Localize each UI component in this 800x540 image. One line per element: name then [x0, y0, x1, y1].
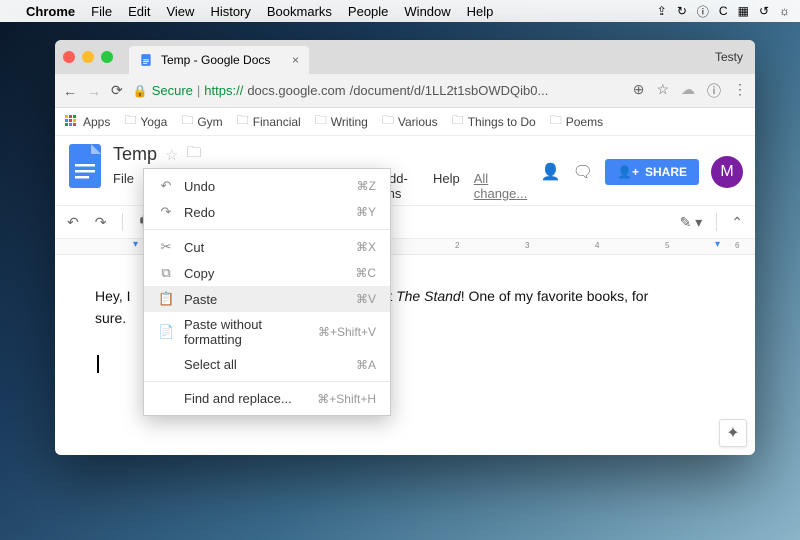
google-docs-logo[interactable]: [67, 142, 103, 190]
redo-button[interactable]: ↷: [95, 214, 107, 231]
text-cursor: [97, 355, 99, 373]
info-circle-icon[interactable]: ⓘ: [707, 81, 721, 101]
c-icon[interactable]: C: [719, 4, 728, 18]
minimize-window-button[interactable]: [82, 51, 94, 63]
all-changes-link[interactable]: All change...: [474, 171, 531, 201]
left-indent-marker[interactable]: ▾: [133, 239, 138, 250]
cut-icon: ✂: [158, 239, 174, 255]
paste-plain-icon: 📄: [158, 324, 174, 340]
docs-menu-help[interactable]: Help: [433, 171, 460, 201]
bookmark-writing[interactable]: 🗀Writing: [315, 111, 368, 132]
folder-icon: 🗀: [452, 111, 464, 132]
editing-mode-icon[interactable]: ✎ ▾: [680, 214, 703, 231]
folder-icon: 🗀: [181, 111, 193, 132]
zoom-window-button[interactable]: [101, 51, 113, 63]
url-scheme: https://: [204, 83, 243, 98]
copy-icon: ⧉: [158, 265, 174, 281]
redo-icon: ↷: [158, 204, 174, 220]
folder-icon: 🗀: [382, 111, 394, 132]
share-button[interactable]: 👤+SHARE: [605, 159, 699, 185]
url-host: docs.google.com: [247, 83, 345, 98]
apps-shortcut[interactable]: Apps: [65, 115, 110, 129]
right-indent-marker[interactable]: ▾: [715, 239, 720, 250]
app-name[interactable]: Chrome: [26, 4, 75, 19]
back-button[interactable]: ←: [63, 83, 77, 99]
menu-redo[interactable]: ↷Redo⌘Y: [144, 199, 390, 225]
person-add-icon: 👤+: [617, 165, 639, 179]
docs-menu-file[interactable]: File: [113, 171, 134, 201]
apps-icon: [65, 115, 79, 129]
mac-menu-bookmarks[interactable]: Bookmarks: [267, 4, 332, 19]
bookmarks-bar: Apps 🗀Yoga 🗀Gym 🗀Financial 🗀Writing 🗀Var…: [55, 108, 755, 136]
document-title[interactable]: Temp: [113, 144, 157, 165]
folder-icon: 🗀: [550, 111, 562, 132]
bookmark-various[interactable]: 🗀Various: [382, 111, 438, 132]
timemachine-icon[interactable]: ↺: [759, 4, 769, 18]
comments-icon[interactable]: 🗨: [573, 162, 593, 182]
star-document-icon[interactable]: ☆: [165, 146, 178, 164]
sync-icon[interactable]: ↻: [677, 4, 687, 18]
menu-copy[interactable]: ⧉Copy⌘C: [144, 260, 390, 286]
mac-menu-view[interactable]: View: [166, 4, 194, 19]
close-tab-button[interactable]: ×: [292, 53, 299, 67]
mac-menu-file[interactable]: File: [91, 4, 112, 19]
macos-menu-bar: Chrome File Edit View History Bookmarks …: [0, 0, 800, 22]
chrome-menu-icon[interactable]: ⋮: [733, 81, 747, 101]
folder-icon: 🗀: [124, 111, 136, 132]
edit-dropdown-menu: ↶Undo⌘Z ↷Redo⌘Y ✂Cut⌘X ⧉Copy⌘C 📋Paste⌘V …: [143, 168, 391, 416]
dropbox-icon[interactable]: ⇪: [657, 4, 667, 18]
reload-button[interactable]: ⟳: [111, 82, 123, 99]
brightness-icon[interactable]: ☼: [779, 4, 790, 18]
bookmark-poems[interactable]: 🗀Poems: [550, 111, 603, 132]
menu-undo[interactable]: ↶Undo⌘Z: [144, 173, 390, 199]
explore-button[interactable]: ✦: [719, 419, 747, 447]
bookmark-gym[interactable]: 🗀Gym: [181, 111, 222, 132]
undo-icon: ↶: [158, 178, 174, 194]
collapse-icon[interactable]: ⌃: [731, 214, 743, 231]
menu-extras: ⇪ ↻ ⓘ C ▦ ↺ ☼: [657, 3, 790, 20]
window-controls: [63, 51, 113, 63]
body-italic: The Stand: [396, 288, 461, 304]
bookmark-yoga[interactable]: 🗀Yoga: [124, 111, 167, 132]
lock-icon: 🔒: [133, 84, 148, 98]
presence-icon[interactable]: 👤: [541, 162, 561, 182]
mac-menu-history[interactable]: History: [210, 4, 250, 19]
star-icon[interactable]: ☆: [656, 81, 669, 101]
zoom-icon[interactable]: ⊕: [633, 81, 645, 101]
address-bar-row: ← → ⟳ 🔒 Secure | https://docs.google.com…: [55, 74, 755, 108]
google-docs-favicon: [139, 53, 153, 67]
folder-icon: 🗀: [237, 111, 249, 132]
menu-paste[interactable]: 📋Paste⌘V: [144, 286, 390, 312]
bookmark-things[interactable]: 🗀Things to Do: [452, 111, 536, 132]
browser-tab[interactable]: Temp - Google Docs ×: [129, 46, 309, 74]
menu-find-replace[interactable]: Find and replace...⌘+Shift+H: [144, 386, 390, 411]
move-folder-icon[interactable]: 🗀: [186, 142, 201, 167]
account-avatar[interactable]: M: [711, 156, 743, 188]
folder-icon: 🗀: [315, 111, 327, 132]
cloud-icon[interactable]: ☁: [681, 81, 695, 101]
bookmark-financial[interactable]: 🗀Financial: [237, 111, 301, 132]
mac-menu-help[interactable]: Help: [467, 4, 494, 19]
chrome-profile[interactable]: Testy: [715, 50, 747, 64]
tab-title: Temp - Google Docs: [161, 53, 270, 67]
address-bar[interactable]: 🔒 Secure | https://docs.google.com/docum…: [133, 83, 623, 98]
mac-menu-edit[interactable]: Edit: [128, 4, 150, 19]
display-icon[interactable]: ▦: [738, 4, 749, 18]
forward-button[interactable]: →: [87, 83, 101, 99]
body-text: Hey, I: [95, 288, 131, 304]
info-icon[interactable]: ⓘ: [697, 3, 709, 20]
menu-cut[interactable]: ✂Cut⌘X: [144, 234, 390, 260]
secure-label: Secure: [152, 83, 193, 98]
menu-select-all[interactable]: Select all⌘A: [144, 352, 390, 377]
mac-menu-people[interactable]: People: [348, 4, 388, 19]
paste-icon: 📋: [158, 291, 174, 307]
mac-menu-window[interactable]: Window: [404, 4, 450, 19]
url-path: /document/d/1LL2t1sbOWDQib0...: [350, 83, 549, 98]
undo-button[interactable]: ↶: [67, 214, 79, 231]
tab-strip: Temp - Google Docs × Testy: [55, 40, 755, 74]
close-window-button[interactable]: [63, 51, 75, 63]
menu-paste-plain[interactable]: 📄Paste without formatting⌘+Shift+V: [144, 312, 390, 352]
